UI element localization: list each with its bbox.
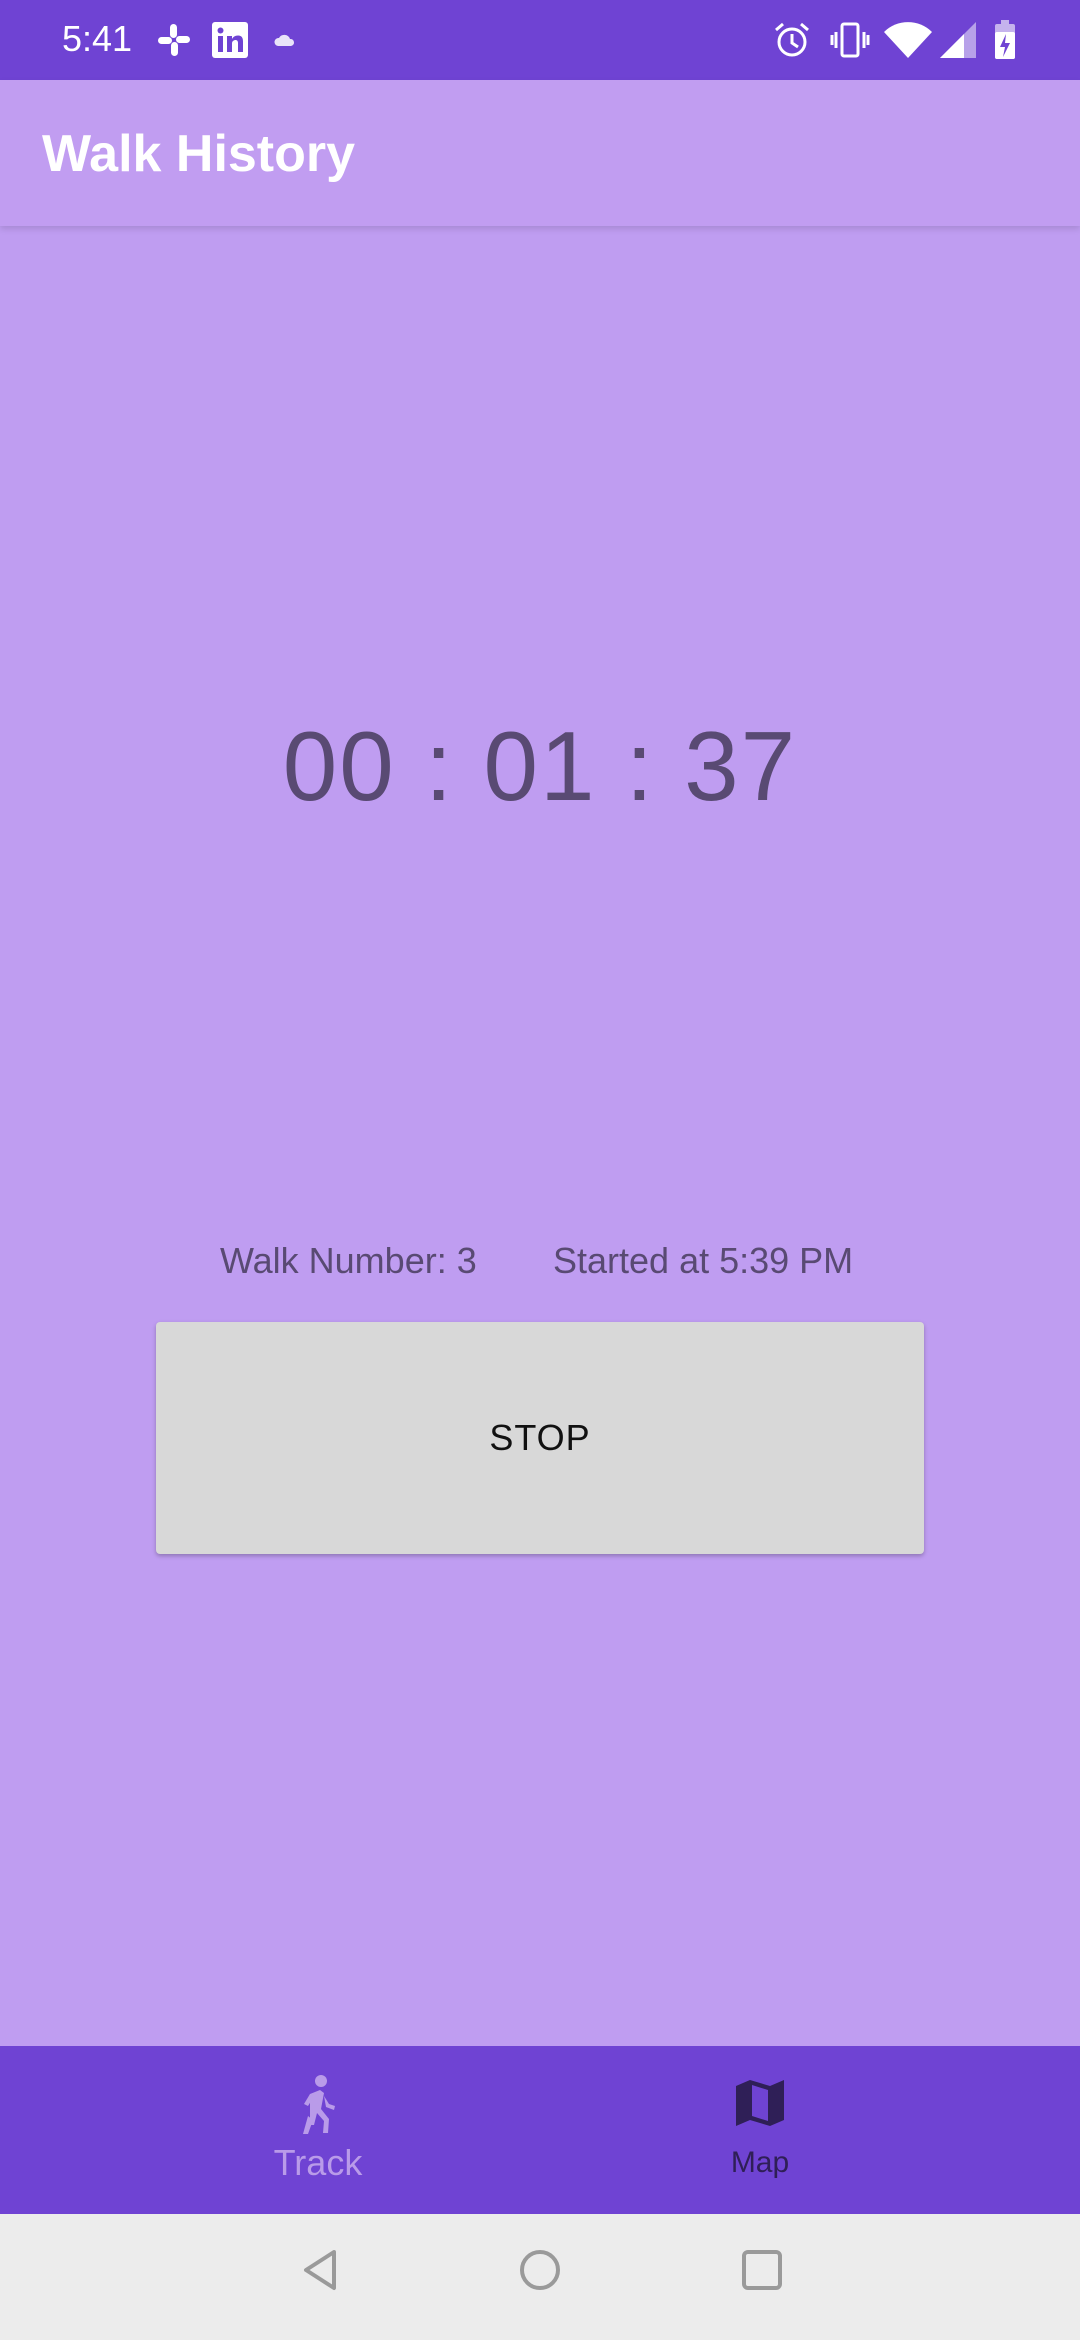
home-icon[interactable] [518, 2248, 562, 2297]
status-bar: 5:41 [0, 0, 1080, 80]
map-icon [734, 2078, 786, 2133]
slack-icon [156, 22, 192, 63]
cloud-icon [274, 34, 296, 53]
app-bar: Walk History [0, 80, 1080, 226]
back-icon[interactable] [298, 2248, 342, 2297]
linkedin-icon [212, 22, 248, 63]
recents-icon[interactable] [740, 2248, 784, 2297]
nav-item-track[interactable]: Track [168, 2046, 468, 2214]
walk-icon [290, 2074, 346, 2139]
nav-label-map: Map [730, 2146, 790, 2179]
nav-label-track: Track [273, 2142, 363, 2183]
page-title: Walk History [42, 125, 356, 183]
cell-signal-icon [940, 22, 976, 63]
stop-button[interactable]: STOP [156, 1322, 924, 1554]
wifi-icon [884, 22, 932, 65]
battery-charging-icon [994, 20, 1016, 65]
start-time-label: Started at 5:39 PM [553, 1240, 854, 1281]
bottom-navigation: Track Map [0, 2046, 1080, 2214]
elapsed-timer: 00 : 01 : 37 [282, 711, 798, 821]
status-time: 5:41 [62, 18, 133, 59]
vibrate-icon [830, 20, 870, 65]
alarm-icon [772, 20, 812, 65]
system-navigation-bar [0, 2214, 1080, 2340]
nav-item-map[interactable]: Map [610, 2046, 910, 2214]
walk-number-label: Walk Number: 3 [220, 1240, 477, 1281]
